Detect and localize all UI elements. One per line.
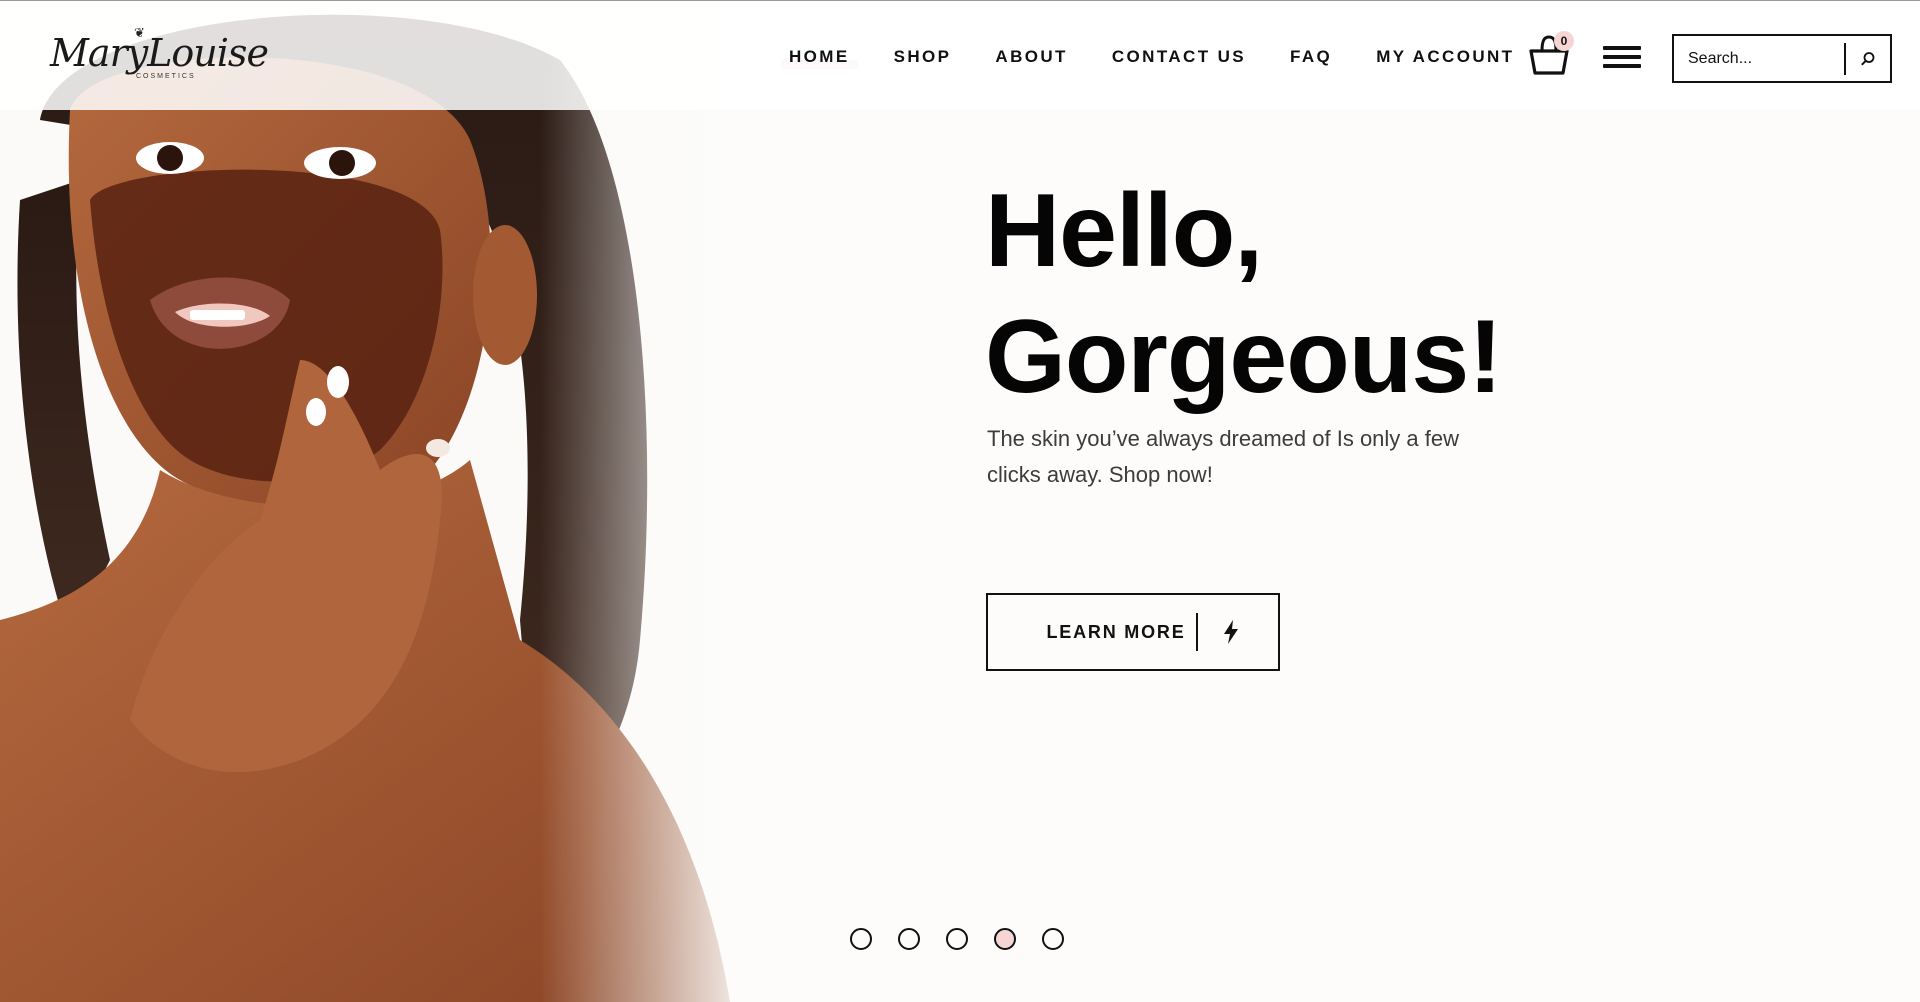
search-button[interactable]: [1846, 36, 1890, 81]
site-header: ❦ MaryLouise COSMETICS HOME SHOP ABOUT C…: [0, 0, 1920, 110]
learn-more-button[interactable]: LEARN MORE: [986, 593, 1280, 671]
slider-dot-1[interactable]: [850, 928, 872, 950]
search-icon: [1861, 51, 1875, 66]
nav-item-about[interactable]: ABOUT: [995, 47, 1067, 67]
nav-item-contact-us[interactable]: CONTACT US: [1112, 47, 1246, 67]
nav-item-home[interactable]: HOME: [781, 47, 858, 69]
hero-subtitle: The skin you’ve always dreamed of Is onl…: [987, 426, 1460, 487]
cta-divider: [1196, 613, 1198, 651]
nav-item-my-account[interactable]: MY ACCOUNT: [1376, 47, 1514, 67]
logo-wordmark: MaryLouise: [50, 31, 269, 75]
hamburger-menu-icon[interactable]: [1603, 46, 1641, 72]
search-input[interactable]: [1674, 36, 1844, 81]
hero-title-line-2: Gorgeous!: [985, 299, 1503, 415]
slider-dot-4[interactable]: [994, 928, 1016, 950]
nav-item-shop[interactable]: SHOP: [894, 47, 952, 67]
slider-pagination: [850, 928, 1090, 950]
lightning-bolt-icon: [1222, 619, 1240, 645]
cart-button[interactable]: 0: [1528, 31, 1574, 77]
search-box: [1672, 34, 1892, 83]
learn-more-label: LEARN MORE: [1046, 621, 1186, 642]
hero-title: Hello, Gorgeous!: [985, 168, 1503, 420]
logo-subtitle: COSMETICS: [136, 73, 196, 80]
image-fade-overlay: [540, 0, 760, 1002]
hero-image: [0, 0, 760, 1002]
brand-logo[interactable]: ❦ MaryLouise COSMETICS: [50, 25, 269, 89]
cart-count-badge: 0: [1554, 31, 1574, 51]
hero-title-line-1: Hello,: [985, 173, 1263, 289]
main-nav: HOME SHOP ABOUT CONTACT US FAQ MY ACCOUN…: [781, 47, 1514, 69]
nav-item-faq[interactable]: FAQ: [1290, 47, 1332, 67]
slider-dot-2[interactable]: [898, 928, 920, 950]
slider-dot-3[interactable]: [946, 928, 968, 950]
slider-dot-5[interactable]: [1042, 928, 1064, 950]
